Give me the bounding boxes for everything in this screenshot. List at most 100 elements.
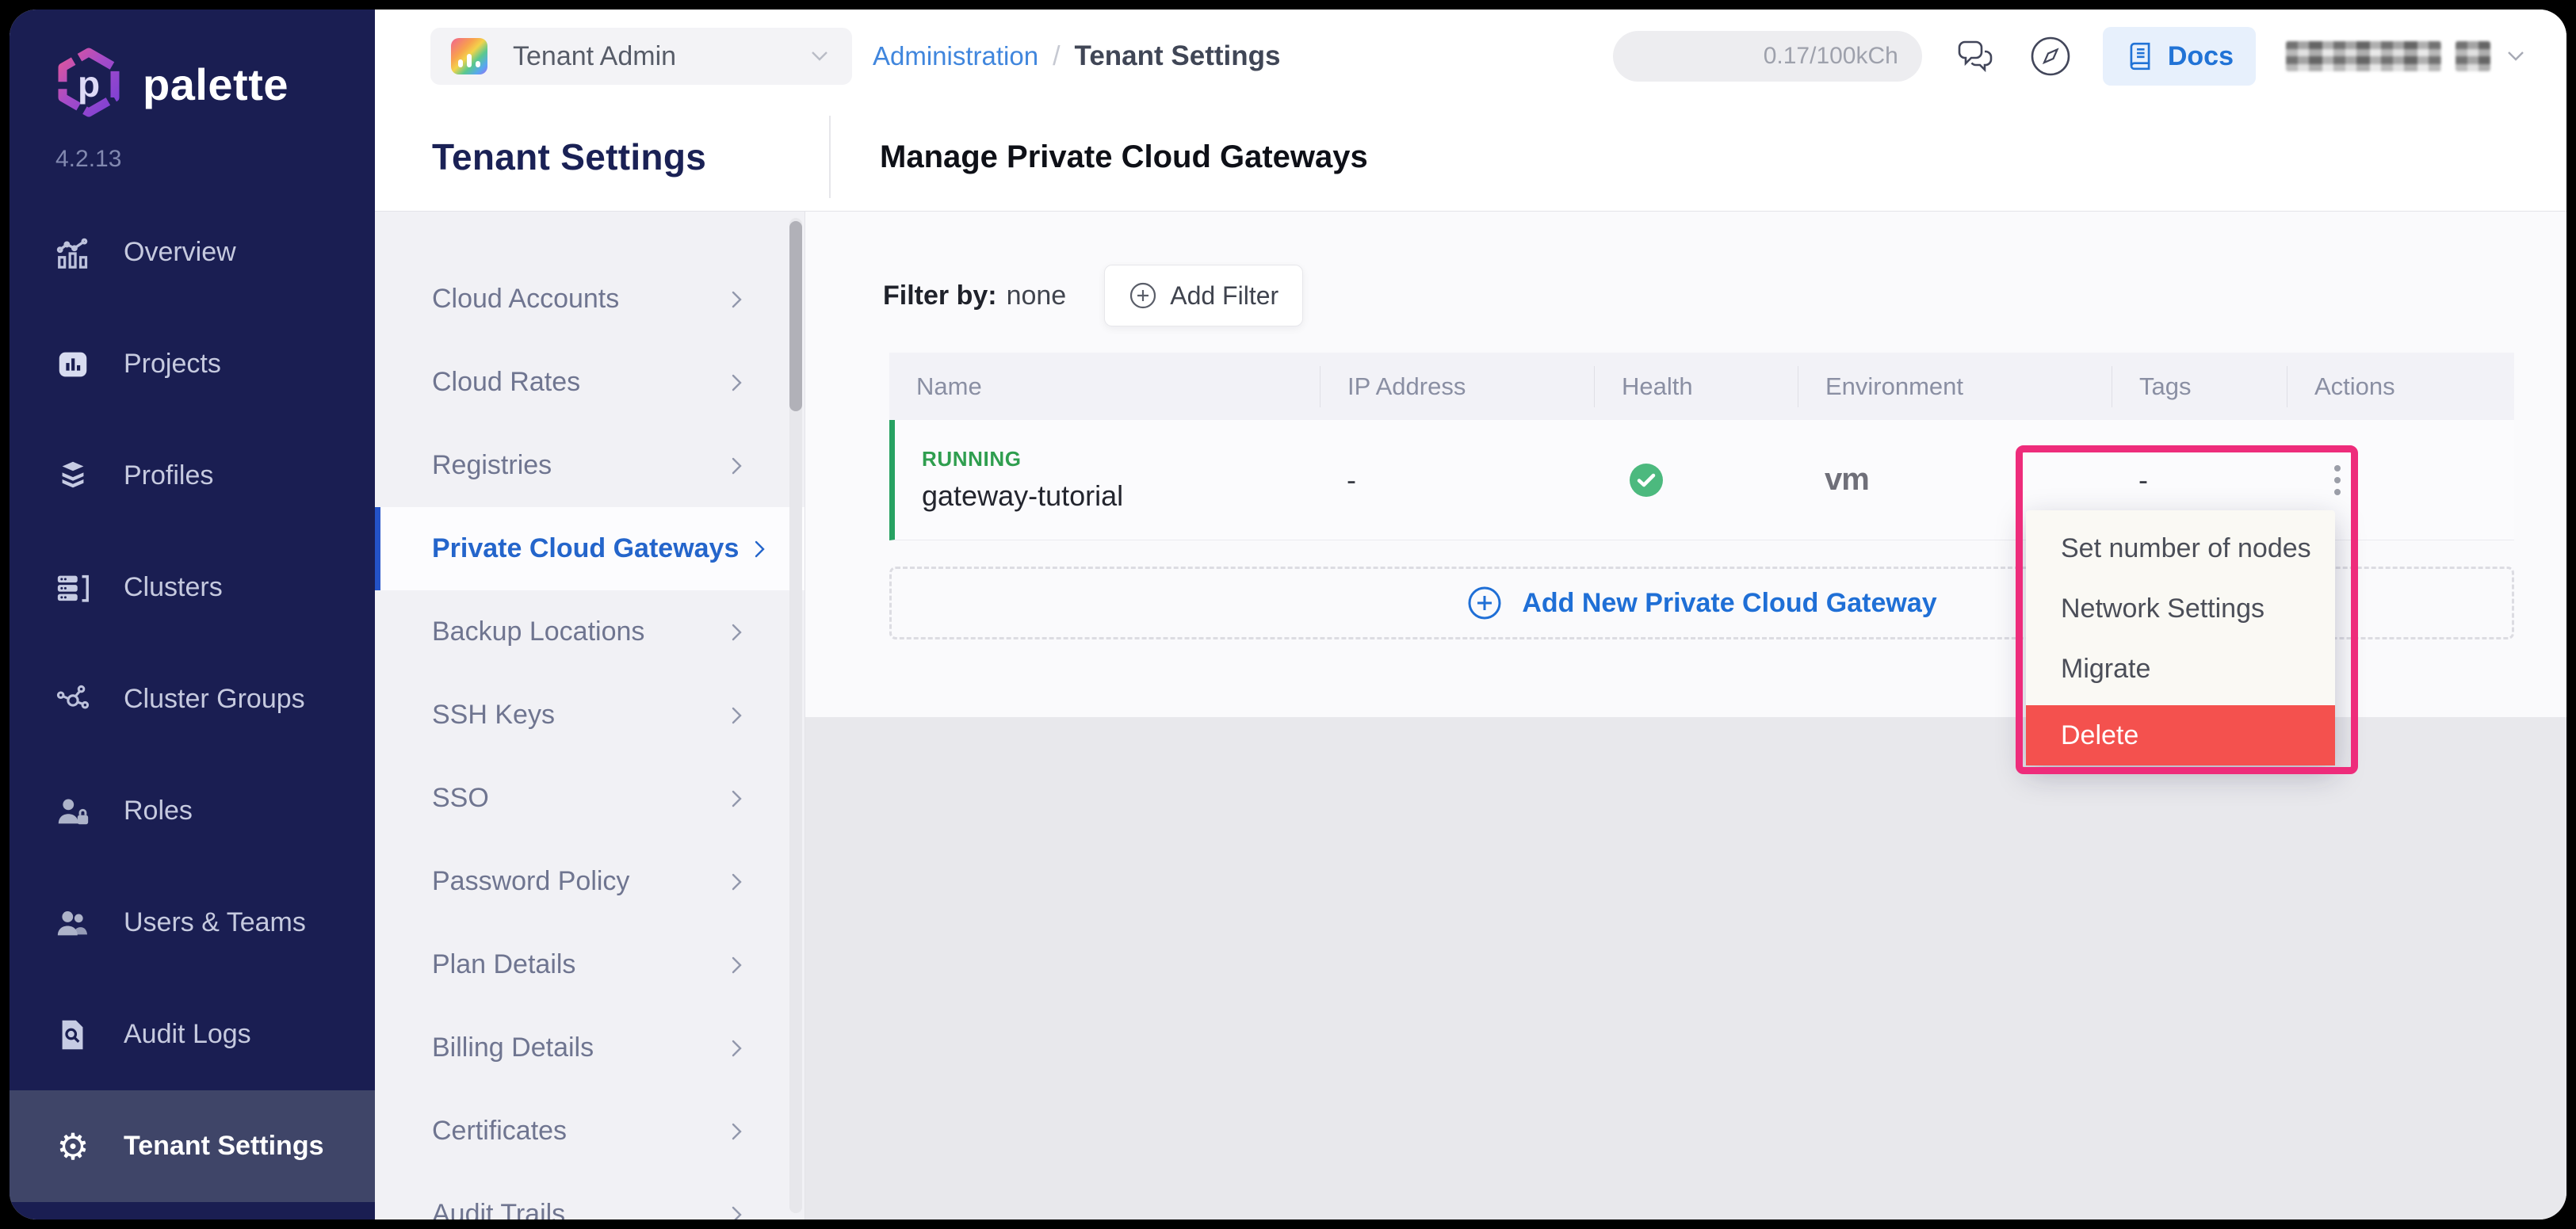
- book-icon: [2125, 41, 2155, 71]
- sidebar-item-label: Overview: [124, 237, 236, 268]
- sidebar-item-tenant-settings[interactable]: ⚙ Tenant Settings: [10, 1090, 375, 1202]
- breadcrumb: Administration / Tenant Settings: [873, 40, 1280, 72]
- overview-chart-icon: [54, 234, 92, 272]
- settings-title: Tenant Settings: [432, 135, 805, 178]
- settings-nav-plan-details[interactable]: Plan Details: [375, 923, 805, 1006]
- menu-item-set-number-of-nodes[interactable]: Set number of nodes: [2026, 518, 2335, 578]
- menu-item-migrate[interactable]: Migrate: [2026, 639, 2335, 699]
- settings-nav: Cloud Accounts Cloud Rates Registries Pr…: [375, 212, 805, 1219]
- docs-label: Docs: [2168, 41, 2234, 72]
- gateway-name: gateway-tutorial: [922, 479, 1123, 513]
- settings-nav-registries[interactable]: Registries: [375, 424, 805, 507]
- settings-nav-label: Registries: [432, 450, 552, 481]
- plus-circle-icon: [1466, 585, 1503, 621]
- add-filter-button[interactable]: Add Filter: [1104, 265, 1303, 326]
- settings-nav-certificates[interactable]: Certificates: [375, 1090, 805, 1173]
- settings-nav-cloud-accounts[interactable]: Cloud Accounts: [375, 258, 805, 341]
- sidebar-item-roles[interactable]: Roles: [10, 755, 375, 867]
- sidebar-item-audit-logs[interactable]: Audit Logs: [10, 979, 375, 1090]
- layers-icon: [54, 457, 92, 495]
- scrollbar-thumb[interactable]: [789, 221, 802, 411]
- chat-button[interactable]: [1952, 33, 1998, 79]
- content: Cloud Accounts Cloud Rates Registries Pr…: [375, 212, 2566, 1219]
- page-head: Tenant Settings Manage Private Cloud Gat…: [375, 103, 2566, 212]
- chevron-right-icon: [728, 372, 746, 393]
- network-icon: [54, 681, 92, 719]
- brand: p palette: [51, 46, 375, 122]
- chevron-right-icon: [728, 872, 746, 892]
- sidebar-item-projects[interactable]: Projects: [10, 308, 375, 420]
- chat-icon: [1952, 33, 1998, 79]
- settings-nav-billing-details[interactable]: Billing Details: [375, 1006, 805, 1090]
- svg-text:p: p: [78, 63, 100, 105]
- tags-value: -: [2138, 464, 2148, 497]
- settings-nav-cloud-rates[interactable]: Cloud Rates: [375, 341, 805, 424]
- sidebar-item-cluster-groups[interactable]: Cluster Groups: [10, 643, 375, 755]
- chevron-right-icon: [728, 1038, 746, 1059]
- settings-nav-label: Backup Locations: [432, 616, 644, 647]
- users-icon: [54, 904, 92, 942]
- column-header-name: Name: [889, 366, 1320, 407]
- settings-title-area: Tenant Settings: [375, 135, 805, 178]
- settings-nav-label: Cloud Rates: [432, 367, 580, 398]
- settings-nav-sso[interactable]: SSO: [375, 757, 805, 840]
- row-actions-kebab-icon[interactable]: [2326, 457, 2349, 503]
- settings-nav-label: Certificates: [432, 1116, 567, 1147]
- filter-bar: Filter by: none Add Filter: [883, 264, 1303, 327]
- app-window: p palette 4.2.13 Overview: [10, 10, 2566, 1219]
- sidebar-item-clusters[interactable]: Clusters: [10, 532, 375, 643]
- sidebar-item-label: Profiles: [124, 460, 213, 491]
- chevron-right-icon: [728, 788, 746, 809]
- tenant-admin-icon: [451, 38, 487, 74]
- chevron-right-icon: [728, 1121, 746, 1142]
- settings-nav-backup-locations[interactable]: Backup Locations: [375, 590, 805, 674]
- menu-item-network-settings[interactable]: Network Settings: [2026, 578, 2335, 639]
- chevron-down-icon: [2505, 49, 2527, 63]
- status-badge: RUNNING: [922, 447, 1022, 471]
- breadcrumb-separator: /: [1053, 41, 1060, 72]
- column-header-tags: Tags: [2112, 366, 2287, 407]
- chevron-down-icon: [808, 48, 831, 64]
- explore-button[interactable]: [2028, 34, 2073, 78]
- sidebar-item-label: Users & Teams: [124, 907, 306, 938]
- settings-nav-label: SSH Keys: [432, 700, 555, 731]
- sidebar-item-label: Cluster Groups: [124, 684, 305, 715]
- primary-nav: Overview Projects Profiles: [10, 197, 375, 1202]
- breadcrumb-current: Tenant Settings: [1075, 40, 1281, 72]
- sidebar-item-users-teams[interactable]: Users & Teams: [10, 867, 375, 979]
- main-panel: Filter by: none Add Filter Name IP Addre…: [805, 212, 2566, 1219]
- sidebar-item-profiles[interactable]: Profiles: [10, 420, 375, 532]
- column-header-environment: Environment: [1798, 366, 2112, 407]
- chevron-right-icon: [728, 289, 746, 310]
- settings-nav-password-policy[interactable]: Password Policy: [375, 840, 805, 923]
- breadcrumb-administration-link[interactable]: Administration: [873, 41, 1038, 71]
- menu-item-delete[interactable]: Delete: [2026, 705, 2335, 765]
- chevron-right-icon: [728, 705, 746, 726]
- filter-label: Filter by:: [883, 281, 997, 311]
- ip-value: -: [1347, 464, 1356, 497]
- cell-health: [1594, 420, 1798, 540]
- projects-icon: [54, 345, 92, 384]
- sidebar-item-label: Tenant Settings: [124, 1131, 324, 1162]
- chevron-right-icon: [728, 456, 746, 476]
- primary-sidebar: p palette 4.2.13 Overview: [10, 10, 375, 1219]
- chevron-right-icon: [728, 622, 746, 643]
- app-version: 4.2.13: [55, 146, 375, 173]
- cell-ip: -: [1320, 420, 1594, 540]
- gear-icon: ⚙: [54, 1128, 92, 1166]
- table-header: Name IP Address Health Environment Tags …: [889, 353, 2514, 420]
- vmware-logo: vm: [1825, 462, 1869, 498]
- sidebar-item-label: Audit Logs: [124, 1019, 251, 1050]
- docs-button[interactable]: Docs: [2103, 27, 2256, 86]
- scope-selector[interactable]: Tenant Admin: [430, 28, 852, 85]
- settings-nav-ssh-keys[interactable]: SSH Keys: [375, 674, 805, 757]
- column-header-actions: Actions: [2287, 366, 2514, 407]
- settings-nav-label: Password Policy: [432, 866, 629, 897]
- sidebar-item-label: Roles: [124, 796, 193, 826]
- settings-nav-private-cloud-gateways[interactable]: Private Cloud Gateways: [375, 507, 805, 590]
- settings-nav-audit-trails[interactable]: Audit Trails: [375, 1173, 805, 1219]
- user-menu[interactable]: [2286, 41, 2527, 71]
- sidebar-item-overview[interactable]: Overview: [10, 197, 375, 308]
- right-area: Tenant Admin Administration / Tenant Set…: [375, 10, 2566, 1219]
- server-icon: [54, 569, 92, 607]
